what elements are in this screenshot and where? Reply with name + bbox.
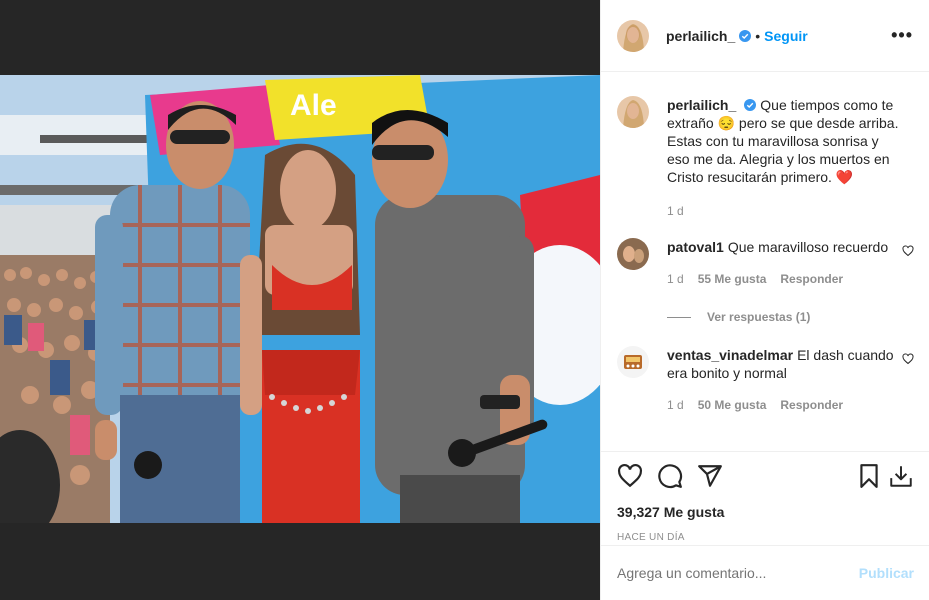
comment-item: ventas_vinadelmar El dash cuando era boni… — [617, 346, 914, 414]
caption-meta: 1 d — [667, 202, 899, 220]
comment-age[interactable]: 1 d — [667, 270, 684, 288]
comment-like-heart-icon[interactable] — [902, 245, 914, 257]
verified-badge-icon — [739, 29, 752, 42]
share-icon[interactable] — [697, 463, 723, 489]
caption-avatar[interactable] — [617, 96, 649, 128]
verified-badge-icon — [744, 99, 757, 111]
comment-likes[interactable]: 55 Me gusta — [698, 270, 767, 288]
author-username[interactable]: perlailich_ — [666, 28, 735, 44]
post-header: perlailich_ • Seguir ••• — [601, 0, 929, 72]
replies-divider — [667, 316, 691, 318]
caption-age[interactable]: 1 d — [667, 202, 684, 220]
caption-body: perlailich_ Que tiempos como te extraño 😔… — [667, 96, 899, 220]
comments-section: perlailich_ Que tiempos como te extraño 😔… — [601, 73, 929, 458]
post-photo[interactable]: Ale — [0, 75, 600, 523]
comment-age[interactable]: 1 d — [667, 396, 684, 414]
comment-body: patoval1 Que maravilloso recuerdo 1 d 55 … — [667, 238, 899, 288]
post-timestamp[interactable]: Hace un día — [617, 532, 914, 543]
heart-icon[interactable] — [617, 463, 643, 489]
comment-text: Que maravilloso recuerdo — [727, 239, 889, 255]
download-icon[interactable] — [888, 463, 914, 489]
author-avatar[interactable] — [617, 19, 649, 52]
reply-button[interactable]: Responder — [780, 270, 843, 288]
comment-item: patoval1 Que maravilloso recuerdo 1 d 55 … — [617, 238, 914, 288]
comment-meta: 1 d 55 Me gusta Responder — [667, 270, 899, 288]
more-options-icon[interactable]: ••• — [891, 25, 913, 46]
commenter-avatar[interactable] — [617, 238, 649, 270]
publish-button[interactable]: Publicar — [859, 565, 914, 581]
comment-icon[interactable] — [657, 463, 683, 489]
separator-dot: • — [755, 27, 761, 44]
post-sidebar: perlailich_ • Seguir ••• perlailich_ Que … — [600, 0, 929, 600]
view-replies-label: Ver respuestas (1) — [707, 310, 811, 324]
comment-likes[interactable]: 50 Me gusta — [698, 396, 767, 414]
comment-composer: Publicar — [601, 545, 929, 600]
comment-username[interactable]: ventas_vinadelmar — [667, 347, 793, 363]
author-info: perlailich_ • Seguir — [666, 28, 891, 44]
svg-text:Ale: Ale — [290, 89, 337, 122]
actions-area: 39,327 Me gusta Hace un día — [601, 451, 929, 543]
commenter-avatar[interactable] — [617, 346, 649, 378]
comment-body: ventas_vinadelmar El dash cuando era boni… — [667, 346, 899, 414]
likes-count[interactable]: 39,327 Me gusta — [617, 504, 914, 520]
caption-username[interactable]: perlailich_ — [667, 97, 736, 113]
comment-username[interactable]: patoval1 — [667, 239, 724, 255]
media-pane: Ale — [0, 0, 600, 600]
comment-input[interactable] — [617, 565, 859, 581]
reply-button[interactable]: Responder — [780, 396, 843, 414]
caption: perlailich_ Que tiempos como te extraño 😔… — [617, 96, 914, 220]
action-bar — [617, 462, 914, 490]
comment-meta: 1 d 50 Me gusta Responder — [667, 396, 899, 414]
comment-like-heart-icon[interactable] — [902, 353, 914, 365]
follow-button[interactable]: Seguir — [764, 28, 808, 44]
bookmark-icon[interactable] — [856, 463, 882, 489]
view-replies-button[interactable]: Ver respuestas (1) — [667, 310, 914, 324]
